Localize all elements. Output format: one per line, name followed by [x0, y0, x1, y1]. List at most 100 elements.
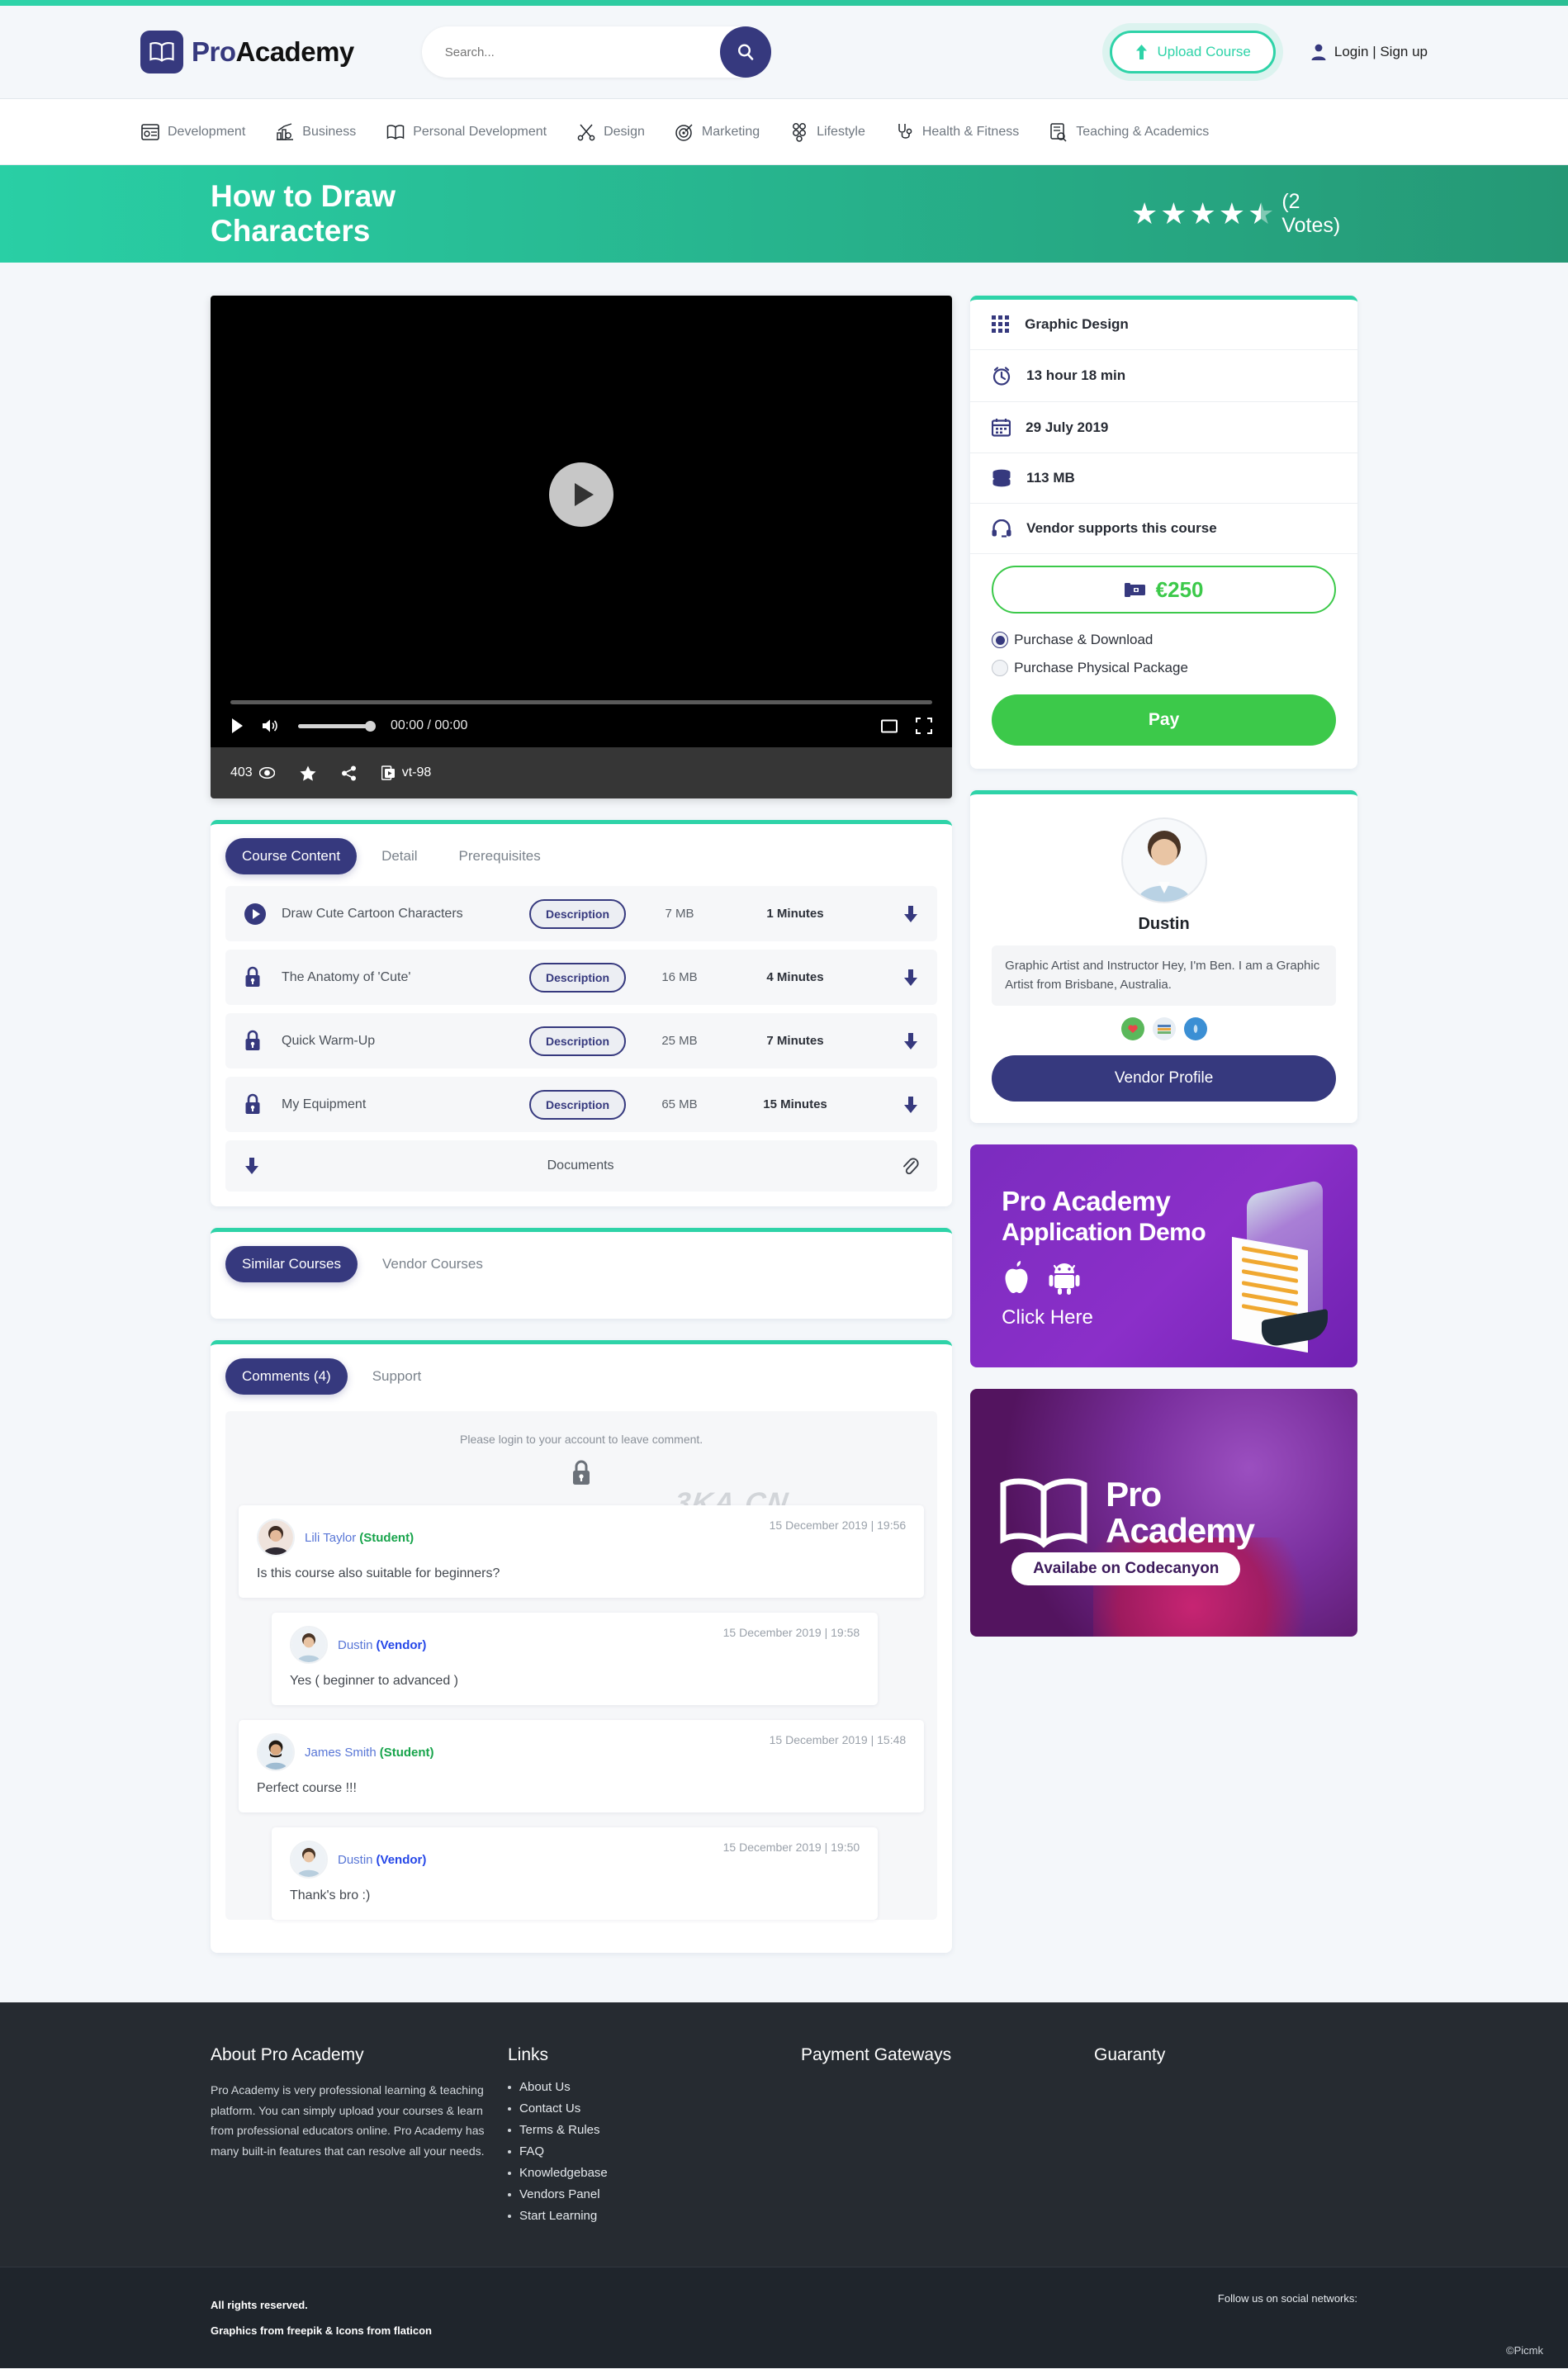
login-signup-label: Login | Sign up [1334, 44, 1428, 59]
view-count-value: 403 [230, 765, 253, 779]
comment-author[interactable]: James Smith [305, 1746, 377, 1760]
footer-link-start-learning[interactable]: Start Learning [508, 2209, 801, 2223]
user-avatar-icon [1311, 44, 1326, 60]
comment-text: Is this course also suitable for beginne… [257, 1566, 500, 1580]
site-header: ProAcademy Upload Course Login | Sign up [0, 6, 1568, 99]
documents-row[interactable]: Documents [225, 1140, 938, 1192]
business-icon [277, 122, 294, 140]
tab-comments[interactable]: Comments (4) [225, 1358, 348, 1395]
login-notice-text: Please login to your account to leave co… [460, 1433, 703, 1446]
footer-link-terms-rules[interactable]: Terms & Rules [508, 2123, 801, 2137]
lesson-description-button[interactable]: Description [529, 898, 627, 929]
lesson-row[interactable]: My Equipment Description 65 MB 15 Minute… [225, 1077, 938, 1132]
category-item-personal-development[interactable]: Personal Development [386, 122, 547, 142]
lesson-row[interactable]: The Anatomy of 'Cute' Description 16 MB … [225, 950, 938, 1005]
footer-about-title: About Pro Academy [211, 2045, 364, 2064]
login-required-notice: Please login to your account to leave co… [225, 1411, 938, 1920]
footer-link-contact-us[interactable]: Contact Us [508, 2101, 801, 2116]
lesson-row[interactable]: Draw Cute Cartoon Characters Description… [225, 886, 938, 941]
tab-support[interactable]: Support [356, 1358, 438, 1395]
lesson-description-button[interactable]: Description [529, 962, 627, 993]
comments-card: Comments (4) Support Please login to you… [211, 1340, 953, 1953]
vendor-profile-button[interactable]: Vendor Profile [992, 1055, 1336, 1102]
lesson-download-button[interactable] [902, 1032, 919, 1050]
tab-similar-courses[interactable]: Similar Courses [225, 1246, 358, 1282]
course-title: How to Draw Characters [211, 179, 396, 248]
category-item-development[interactable]: Development [140, 122, 245, 142]
lesson-download-button[interactable] [902, 969, 919, 987]
paperclip-icon[interactable] [901, 1157, 919, 1176]
footer-link-faq[interactable]: FAQ [508, 2144, 801, 2158]
lesson-lock-icon [244, 1030, 282, 1053]
video-player[interactable]: 00:00 / 00:00 403 vt-98 [211, 296, 953, 798]
category-label: Marketing [701, 124, 760, 139]
upload-course-label: Upload Course [1157, 44, 1251, 59]
lesson-list: Draw Cute Cartoon Characters Description… [211, 883, 952, 1206]
footer-link-label: Start Learning [519, 2209, 598, 2223]
lesson-description-button[interactable]: Description [529, 1089, 627, 1120]
tab-detail[interactable]: Detail [365, 838, 433, 874]
search-input[interactable] [421, 26, 765, 78]
upload-course-button[interactable]: Upload Course [1110, 31, 1276, 73]
footer-link-label: Terms & Rules [519, 2123, 600, 2137]
comment-role: (Student) [379, 1745, 434, 1760]
view-count: 403 [230, 765, 275, 780]
tab-vendor-courses[interactable]: Vendor Courses [366, 1246, 500, 1282]
lesson-download-button[interactable] [902, 905, 919, 923]
purchase-option-physical[interactable]: Purchase Physical Package [992, 660, 1336, 676]
fullscreen-icon[interactable] [916, 718, 933, 734]
footer-link-about-us[interactable]: About Us [508, 2080, 801, 2094]
category-label: Development [168, 124, 246, 139]
theater-mode-icon[interactable] [881, 719, 898, 733]
category-item-marketing[interactable]: Marketing [675, 122, 760, 142]
banner-codecanyon[interactable]: Pro Academy Availabe on Codecanyon [970, 1389, 1357, 1637]
footer-links-title: Links [508, 2045, 549, 2064]
play-button-overlay[interactable] [549, 462, 614, 527]
comment-date: 15 December 2019 | 19:50 [722, 1841, 860, 1854]
share-icon[interactable] [341, 765, 357, 781]
download-arrow-icon [904, 969, 918, 986]
tab-prerequisites[interactable]: Prerequisites [443, 838, 557, 874]
site-logo[interactable]: ProAcademy [140, 31, 354, 73]
lesson-row[interactable]: Quick Warm-Up Description 25 MB 7 Minute… [225, 1013, 938, 1068]
comment-author[interactable]: Dustin [338, 1853, 373, 1867]
footer-payment-title: Payment Gateways [801, 2045, 952, 2064]
download-arrow-icon[interactable] [244, 1157, 260, 1175]
tab-course-content[interactable]: Course Content [225, 838, 358, 874]
lesson-description-button[interactable]: Description [529, 1026, 627, 1056]
lesson-lock-icon [244, 966, 282, 989]
login-signup-link[interactable]: Login | Sign up [1310, 43, 1428, 61]
calendar-icon [992, 419, 1011, 437]
category-item-business[interactable]: Business [275, 122, 356, 142]
volume-slider[interactable] [298, 720, 376, 732]
category-item-health-fitness[interactable]: Health & Fitness [895, 122, 1019, 142]
download-arrow-icon [904, 905, 918, 922]
pay-button[interactable]: Pay [992, 694, 1336, 746]
play-icon-small[interactable] [230, 718, 244, 734]
banner-app-demo[interactable]: Pro Academy Application Demo Click Here [970, 1144, 1357, 1367]
volume-icon[interactable] [262, 718, 280, 734]
footer-guaranty-column: Guaranty [1094, 2045, 1165, 2230]
follow-text: Follow us on social networks: [1217, 2292, 1357, 2305]
footer-link-knowledgebase[interactable]: Knowledgebase [508, 2166, 801, 2180]
price-display: €250 [992, 566, 1336, 614]
video-screen[interactable] [211, 296, 953, 694]
favorite-star-icon[interactable] [300, 765, 316, 781]
comment-author[interactable]: Lili Taylor [305, 1531, 356, 1545]
category-item-lifestyle[interactable]: Lifestyle [789, 122, 865, 142]
lesson-download-button[interactable] [902, 1096, 919, 1114]
badge-heart-hand-icon [1120, 1017, 1144, 1040]
comment-author[interactable]: Dustin [338, 1638, 373, 1652]
category-item-design[interactable]: Design [576, 122, 645, 142]
upload-arrow-icon [1136, 45, 1148, 59]
seek-bar[interactable] [230, 700, 933, 704]
search-button[interactable] [719, 26, 771, 78]
banner-cc-line2: Academy [1106, 1511, 1255, 1550]
purchase-option-download[interactable]: Purchase & Download [992, 632, 1336, 648]
play-icon [574, 483, 594, 506]
design-icon [577, 124, 595, 140]
course-rating: ★ ★ ★ ★ ★ (2 Votes) [1131, 190, 1357, 238]
category-item-teaching-academics[interactable]: Teaching & Academics [1049, 122, 1209, 142]
course-info-support: Vendor supports this course [970, 504, 1357, 554]
footer-link-vendors-panel[interactable]: Vendors Panel [508, 2187, 801, 2201]
